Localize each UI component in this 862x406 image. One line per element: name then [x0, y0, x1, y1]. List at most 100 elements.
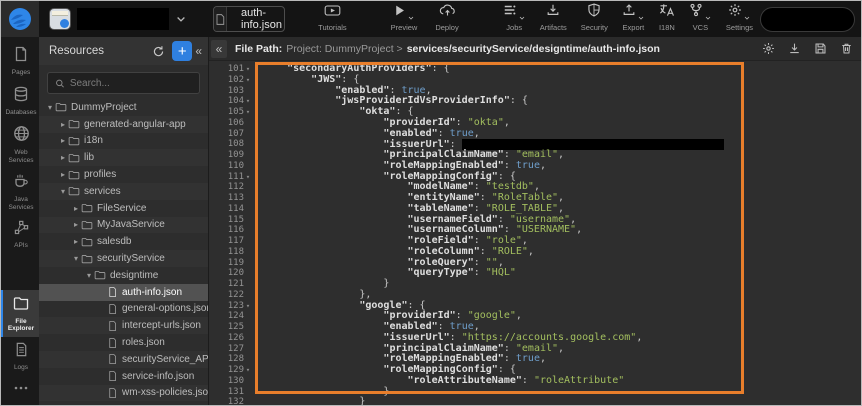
code-editor[interactable]: 101▾ "secondaryAuthProviders": {102▾ "JW…	[209, 61, 861, 405]
deploy-button[interactable]: Deploy	[428, 1, 465, 37]
sidebar-item-more[interactable]	[1, 375, 39, 405]
security-button[interactable]: Security	[574, 1, 615, 37]
tree-item-roles-json[interactable]: roles.json	[39, 334, 208, 351]
tree-item-generated-angular-app[interactable]: ▸generated-angular-app	[39, 116, 208, 133]
tree-item-label: general-options.json	[122, 303, 208, 314]
line-number: 131	[209, 387, 255, 398]
line-number: 114	[209, 204, 255, 215]
file-settings-button[interactable]	[762, 42, 775, 55]
tree-item-myjavaservice[interactable]: ▸ MyJavaService	[39, 217, 208, 234]
tree-item-lib[interactable]: ▸lib	[39, 149, 208, 166]
export-button[interactable]: Export	[615, 1, 652, 37]
sidebar-item-file-explorer[interactable]: File Explorer	[1, 290, 39, 337]
sidebar-item-web-services[interactable]: Web Services	[1, 120, 39, 168]
tree-item-salesdb[interactable]: ▸salesdb	[39, 233, 208, 250]
web-services-icon	[13, 125, 30, 147]
tutorials-label: Tutorials	[318, 23, 346, 32]
settings-icon	[728, 3, 742, 22]
tree-item-services[interactable]: ▾services	[39, 183, 208, 200]
tree-item-label: securityService_API.json	[122, 354, 208, 365]
folder-icon	[68, 135, 84, 147]
tree-item-general-options-json[interactable]: general-options.json	[39, 301, 208, 318]
chevron-collapsed-icon[interactable]: ▸	[58, 136, 68, 145]
chevron-collapsed-icon[interactable]: ▸	[71, 220, 81, 229]
collapse-panel-icon[interactable]: «	[195, 44, 202, 58]
tree-item-fileservice[interactable]: ▸FileService	[39, 200, 208, 217]
artifacts-button[interactable]: Artifacts	[533, 1, 574, 37]
code-line-107[interactable]: 107 "enabled": true,	[209, 129, 861, 140]
fold-marker-icon[interactable]: ▾	[244, 172, 252, 183]
sidebar-item-databases[interactable]: Databases	[1, 81, 39, 121]
line-number: 128	[209, 354, 255, 365]
fold-marker-icon[interactable]: ▾	[244, 365, 252, 376]
i18n-button[interactable]: I18N	[652, 1, 682, 37]
chevron-down-icon[interactable]	[704, 14, 712, 22]
sidebar-item-java-services[interactable]: Java Services	[1, 168, 39, 215]
tree-item-label: MyJavaService	[97, 219, 165, 230]
tree-item-auth-info-json[interactable]: auth-info.json	[39, 284, 208, 301]
app-logo[interactable]	[1, 1, 39, 37]
chevron-expanded-icon[interactable]: ▾	[45, 103, 55, 112]
chevron-expanded-icon[interactable]: ▾	[84, 271, 94, 280]
line-number: 119	[209, 258, 255, 269]
logs-label: Logs	[14, 364, 28, 372]
fold-marker-icon[interactable]: ▾	[244, 107, 252, 118]
search-input[interactable]	[70, 78, 192, 89]
chevron-collapsed-icon[interactable]: ▸	[58, 120, 68, 129]
chevron-down-icon[interactable]	[175, 13, 187, 25]
code-text: }	[255, 397, 365, 405]
settings-button[interactable]: Settings	[719, 1, 760, 37]
chevron-expanded-icon[interactable]: ▾	[58, 187, 68, 196]
jobs-label: Jobs	[506, 23, 522, 32]
tree-item-label: intercept-urls.json	[122, 320, 201, 331]
chevron-collapsed-icon[interactable]: ▸	[58, 170, 68, 179]
sidebar-item-apis[interactable]: APIs	[1, 215, 39, 254]
chevron-collapsed-icon[interactable]: ▸	[58, 153, 68, 162]
download-file-button[interactable]	[788, 42, 801, 55]
fold-marker-icon[interactable]: ▾	[244, 75, 252, 86]
fold-marker-icon[interactable]: ▾	[244, 96, 252, 107]
fold-marker-icon[interactable]: ▾	[244, 301, 252, 312]
tree-item-securityservice-api-json[interactable]: securityService_API.json	[39, 351, 208, 368]
vcs-label: VCS	[693, 23, 708, 32]
chevron-down-icon[interactable]	[637, 14, 645, 22]
tree-item-wm-xss-policies-json[interactable]: wm-xss-policies.json	[39, 385, 208, 402]
tree-item-dummyproject[interactable]: ▾DummyProject	[39, 99, 208, 116]
preview-button[interactable]: Preview	[384, 1, 425, 37]
add-resource-button[interactable]: +	[172, 41, 192, 61]
deploy-icon	[439, 3, 456, 22]
chevron-collapsed-icon[interactable]: ▸	[71, 204, 81, 213]
chevron-down-icon[interactable]	[407, 14, 415, 22]
save-file-button[interactable]	[814, 42, 827, 55]
sidebar-item-pages[interactable]: Pages	[1, 41, 39, 81]
collapse-sidebar-icon[interactable]: «	[211, 40, 227, 58]
sidebar-item-logs[interactable]: Logs	[1, 337, 39, 376]
tree-item-service-info-json[interactable]: service-info.json	[39, 368, 208, 385]
jobs-button[interactable]: Jobs	[496, 1, 533, 37]
tree-item-designtime[interactable]: ▾designtime	[39, 267, 208, 284]
tree-item-profiles[interactable]: ▸profiles	[39, 166, 208, 183]
artifacts-label: Artifacts	[540, 23, 567, 32]
search-box[interactable]	[47, 72, 200, 94]
project-selector[interactable]	[49, 8, 187, 30]
refresh-icon[interactable]	[148, 41, 168, 61]
file-path-bar: « File Path: Project: DummyProject > ser…	[209, 37, 861, 61]
databases-icon	[13, 86, 29, 107]
chevron-collapsed-icon[interactable]: ▸	[71, 237, 81, 246]
tree-item-intercept-urls-json[interactable]: intercept-urls.json	[39, 317, 208, 334]
resources-title: Resources	[49, 45, 148, 57]
tab-filename: auth-info.json	[227, 7, 285, 31]
code-line-132[interactable]: 132 }	[209, 397, 861, 405]
delete-file-button[interactable]	[840, 42, 853, 55]
tutorials-button[interactable]: Tutorials	[311, 1, 353, 37]
line-number: 102▾	[209, 75, 255, 86]
chevron-expanded-icon[interactable]: ▾	[71, 254, 81, 263]
chevron-down-icon[interactable]	[743, 14, 751, 22]
vcs-button[interactable]: VCS	[682, 1, 719, 37]
tree-item-securityservice[interactable]: ▾securityService	[39, 250, 208, 267]
fold-marker-icon[interactable]: ▾	[244, 64, 252, 75]
tree-item-i18n[interactable]: ▸i18n	[39, 133, 208, 150]
open-file-tab[interactable]: auth-info.json	[213, 6, 285, 32]
chevron-down-icon[interactable]	[518, 14, 526, 22]
file-path-label: File Path:	[235, 43, 282, 55]
